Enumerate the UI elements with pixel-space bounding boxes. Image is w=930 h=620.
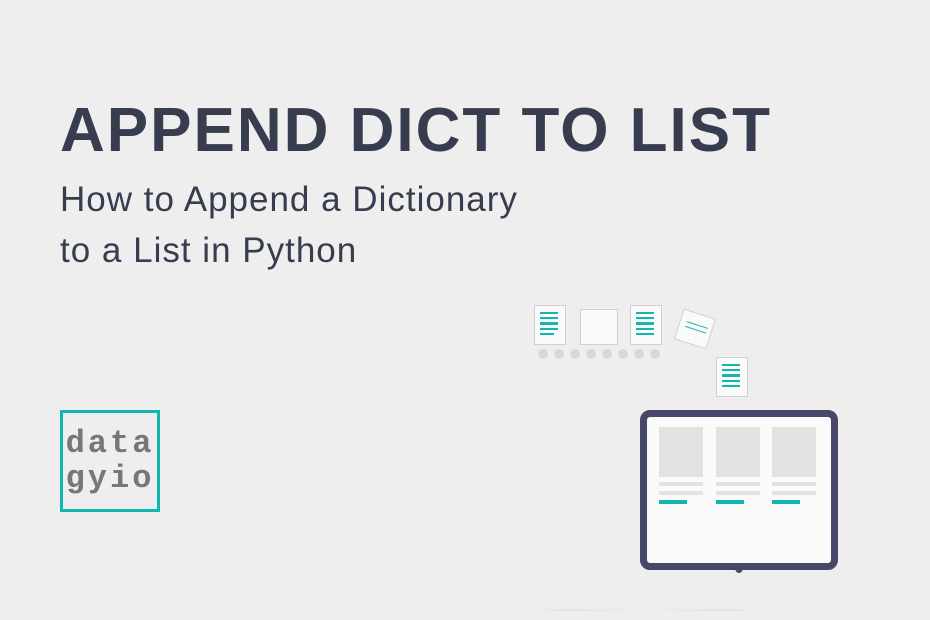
logo-datagyio: data gyio (60, 410, 160, 512)
logo-text-line-2: gyio (66, 461, 155, 496)
page-title: APPEND DICT TO LIST (60, 95, 772, 166)
document-icon (580, 309, 618, 345)
document-icon (716, 357, 748, 397)
document-icon (534, 305, 566, 345)
subtitle-line-1: How to Append a Dictionary (60, 180, 518, 219)
document-icon (674, 309, 716, 350)
illustration-computer-documents (510, 305, 870, 615)
subtitle-line-2: to a List in Python (60, 231, 357, 270)
progress-dots (538, 349, 660, 359)
logo-text-line-1: data (66, 426, 155, 461)
document-icon (630, 305, 662, 345)
monitor-icon (640, 410, 838, 615)
monitor-shadow (545, 609, 745, 612)
page-subtitle: How to Append a Dictionary to a List in … (60, 175, 518, 277)
